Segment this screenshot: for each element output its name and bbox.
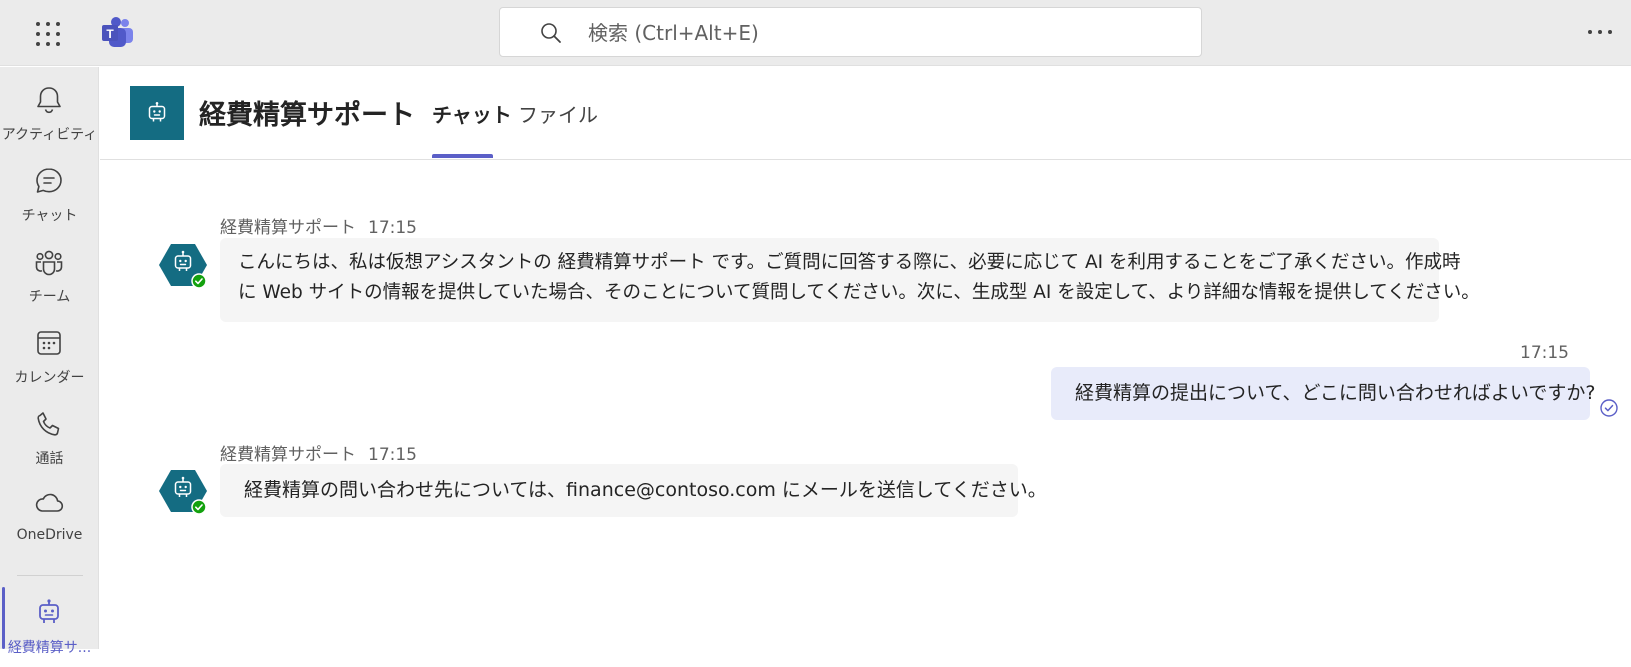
page-title: 経費精算サポート	[199, 100, 415, 131]
rail-label-onedrive: OneDrive	[16, 527, 83, 543]
bot-app-tile	[130, 86, 184, 140]
teams-logo[interactable]: T	[101, 17, 135, 49]
rail-item-activity[interactable]: アクティビティ	[0, 74, 99, 154]
read-receipt-icon	[1600, 399, 1618, 417]
message-time: 17:15	[368, 445, 417, 465]
message-bubble: 経費精算の問い合わせ先については、finance@contoso.com にメー…	[220, 464, 1047, 517]
tab-chat[interactable]: チャット	[432, 99, 512, 128]
people-icon	[35, 250, 63, 276]
search-box[interactable]	[499, 7, 1202, 57]
phone-icon	[37, 412, 60, 436]
cloud-icon	[35, 493, 64, 512]
message-line: こんにちは、私は仮想アシスタントの 経費精算サポート です。ご質問に回答する際に…	[238, 252, 1461, 273]
bot-icon	[148, 102, 166, 122]
rail-label-expense-bot: 経費精算サ...	[7, 640, 92, 656]
svg-text:T: T	[106, 27, 114, 41]
message-meta: 経費精算サポート 17:15	[220, 213, 417, 238]
app-rail: アクティビティ チャット チーム カレンダー 通話 OneDrive 経費精算サ…	[0, 67, 99, 656]
chat-icon	[36, 168, 62, 193]
rail-label-calendar: カレンダー	[14, 370, 85, 386]
tab-active-underline	[432, 154, 493, 158]
rail-item-calls[interactable]: 通話	[0, 398, 99, 478]
rail-label-teams: チーム	[28, 289, 71, 305]
search-input[interactable]	[588, 16, 1168, 50]
my-message-bubble: 経費精算の提出について、どこに問い合わせればよいですか?	[1051, 367, 1595, 420]
message-meta: 経費精算サポート 17:15	[220, 440, 417, 465]
rail-label-calls: 通話	[35, 451, 64, 467]
tab-files[interactable]: ファイル	[518, 99, 598, 128]
message-bubble: こんにちは、私は仮想アシスタントの 経費精算サポート です。ご質問に回答する際に…	[220, 238, 1480, 322]
message-time: 17:15	[368, 218, 417, 238]
search-icon	[541, 23, 561, 43]
rail-label-activity: アクティビティ	[1, 127, 98, 143]
waffle-icon[interactable]	[34, 20, 62, 48]
rail-item-onedrive[interactable]: OneDrive	[0, 477, 99, 557]
chat-header: 経費精算サポート チャット ファイル	[100, 67, 1631, 160]
rail-item-chat[interactable]: チャット	[0, 155, 99, 235]
rail-item-expense-bot[interactable]: 経費精算サ...	[0, 587, 99, 667]
message-line: に Web サイトの情報を提供していた場合、そのことについて質問してください。次…	[238, 282, 1480, 303]
sender-name: 経費精算サポート	[220, 218, 356, 238]
rail-item-teams[interactable]: チーム	[0, 236, 99, 316]
more-icon[interactable]	[1585, 20, 1615, 44]
sender-name: 経費精算サポート	[220, 445, 356, 465]
bot-icon	[39, 599, 59, 623]
rail-label-chat: チャット	[21, 208, 78, 224]
rail-divider	[17, 575, 83, 576]
bot-avatar[interactable]	[159, 241, 207, 289]
message-time: 17:15	[1520, 343, 1569, 363]
top-bar: T	[0, 0, 1631, 66]
bot-avatar[interactable]	[159, 467, 207, 515]
calendar-icon	[37, 331, 61, 355]
bell-icon	[37, 87, 61, 114]
rail-item-calendar[interactable]: カレンダー	[0, 317, 99, 397]
